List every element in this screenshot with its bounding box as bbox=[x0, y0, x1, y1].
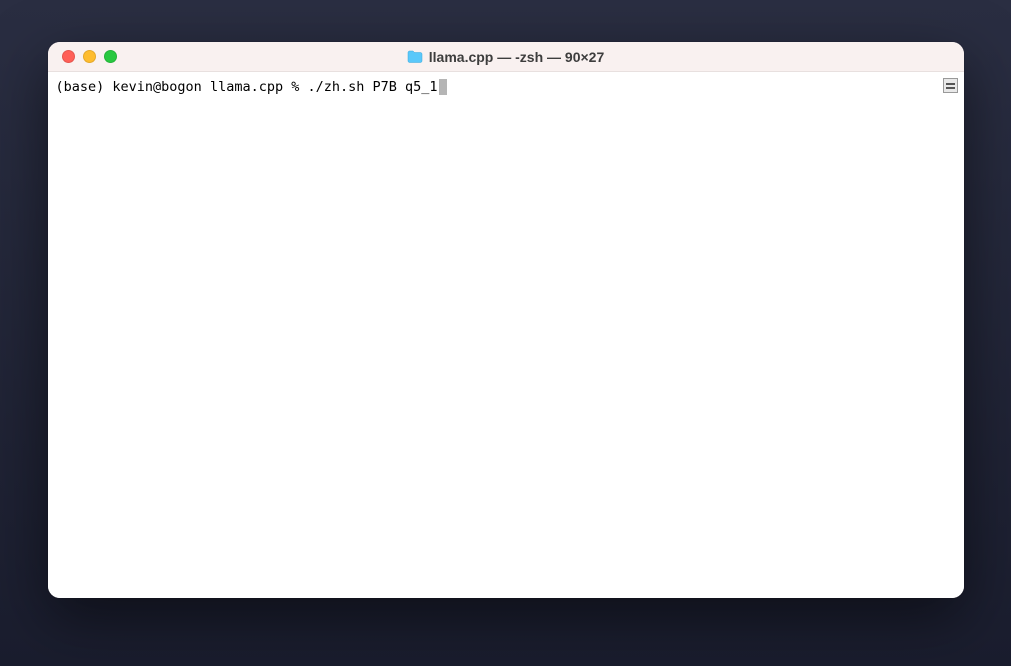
prompt-symbol: % bbox=[291, 78, 307, 96]
minimize-button[interactable] bbox=[83, 50, 96, 63]
folder-icon bbox=[407, 50, 423, 64]
prompt-user-host: kevin@bogon bbox=[112, 78, 210, 96]
prompt-directory: llama.cpp bbox=[210, 78, 291, 96]
traffic-lights bbox=[48, 50, 117, 63]
titlebar[interactable]: llama.cpp — -zsh — 90×27 bbox=[48, 42, 964, 72]
scroll-indicator-icon[interactable] bbox=[943, 78, 958, 93]
terminal-window: llama.cpp — -zsh — 90×27 (base) kevin@bo… bbox=[48, 42, 964, 598]
terminal-body[interactable]: (base) kevin@bogon llama.cpp % ./zh.sh P… bbox=[48, 72, 964, 598]
window-title: llama.cpp — -zsh — 90×27 bbox=[429, 49, 604, 65]
maximize-button[interactable] bbox=[104, 50, 117, 63]
close-button[interactable] bbox=[62, 50, 75, 63]
prompt-env: (base) bbox=[56, 78, 113, 96]
command-input[interactable]: ./zh.sh P7B q5_1 bbox=[308, 78, 438, 96]
prompt-line: (base) kevin@bogon llama.cpp % ./zh.sh P… bbox=[56, 78, 956, 96]
cursor bbox=[439, 79, 447, 95]
window-title-area: llama.cpp — -zsh — 90×27 bbox=[48, 49, 964, 65]
